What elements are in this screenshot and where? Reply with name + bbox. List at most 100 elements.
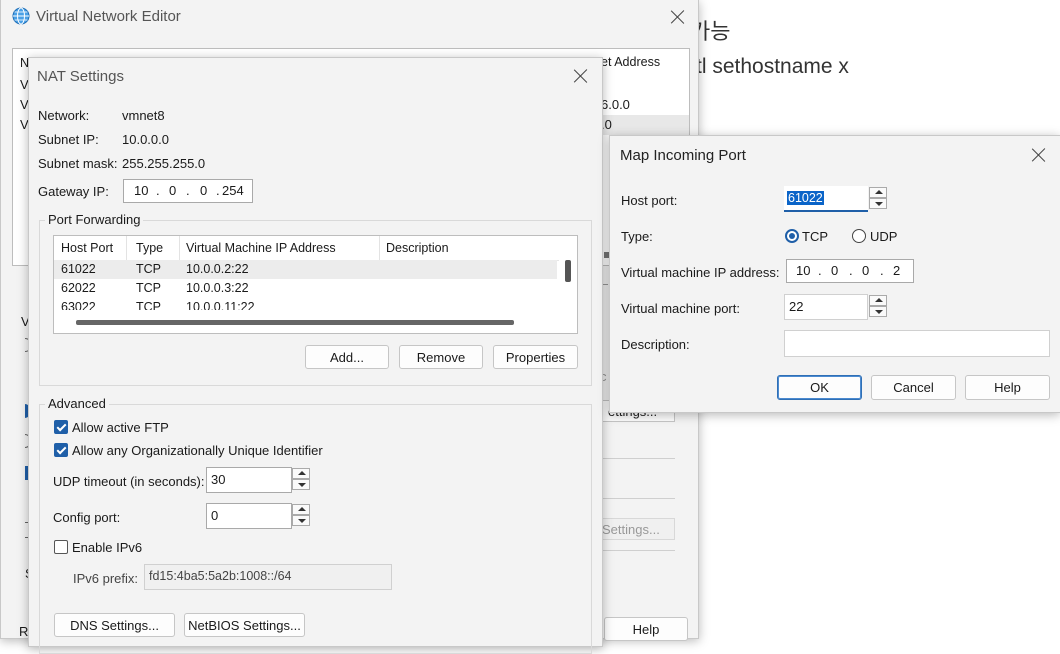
subnet-ip-value: 10.0.0.0 [122, 132, 169, 147]
table-header: Host Port Type Virtual Machine IP Addres… [54, 236, 559, 261]
tcp-label[interactable]: TCP [802, 229, 828, 244]
gateway-octet-1: 10 [134, 183, 149, 198]
config-port-value: 0 [211, 508, 219, 523]
table-row[interactable]: 61022 TCP 10.0.0.2:22 [54, 260, 557, 279]
host-port-stepper[interactable] [869, 187, 889, 209]
vm-port-stepper[interactable] [869, 295, 889, 317]
properties-button[interactable]: Properties [493, 345, 578, 369]
network-value: vmnet8 [122, 108, 165, 123]
vm-port-value: 22 [789, 299, 804, 314]
col-description[interactable]: Description [386, 241, 449, 255]
remove-button[interactable]: Remove [399, 345, 483, 369]
add-button[interactable]: Add... [305, 345, 389, 369]
udp-timeout-stepper[interactable] [292, 468, 312, 490]
vertical-scrollbar-thumb[interactable] [565, 260, 571, 282]
dns-settings-label: DNS Settings... [70, 617, 159, 633]
vm-ip-dot-3: . [880, 263, 884, 278]
tcp-radio[interactable] [785, 229, 799, 243]
vm-ip-octet-4: 2 [893, 263, 901, 278]
gateway-dot-2: . [186, 183, 190, 198]
gateway-ip-label: Gateway IP: [38, 184, 109, 199]
col-type[interactable]: Type [136, 241, 163, 255]
udp-timeout-label: UDP timeout (in seconds): [53, 474, 205, 489]
help-button[interactable]: Help [965, 375, 1050, 400]
udp-timeout-input[interactable]: 30 [206, 467, 292, 493]
enable-ipv6-label[interactable]: Enable IPv6 [72, 540, 142, 555]
map-close-icon[interactable] [1031, 147, 1047, 163]
col-vm-ip[interactable]: Virtual Machine IP Address [186, 241, 336, 255]
vm-ip-input[interactable]: 10 . 0 . 0 . 2 [786, 259, 914, 283]
port-forwarding-label: Port Forwarding [45, 212, 144, 227]
map-title: Map Incoming Port [620, 147, 746, 164]
background-text-2: tl sethostname x [696, 55, 849, 78]
col-sep-1 [126, 236, 127, 260]
table-row[interactable]: 62022 TCP 10.0.0.3:22 [54, 279, 557, 298]
remove-label: Remove [416, 349, 466, 365]
subnet-mask-label: Subnet mask: [38, 156, 118, 171]
ok-label: OK [810, 380, 829, 395]
row-2-type: TCP [136, 281, 161, 295]
col-sep-2 [179, 236, 180, 260]
chevron-up-icon[interactable] [869, 187, 887, 198]
host-port-input[interactable]: 61022 [784, 186, 868, 212]
vne-close-icon[interactable] [670, 9, 686, 25]
vm-ip-dot-1: . [818, 263, 822, 278]
list-header-address: et Address [601, 55, 661, 69]
properties-label: Properties [505, 349, 566, 365]
col-host-port[interactable]: Host Port [61, 241, 113, 255]
row-1-port: 61022 [61, 262, 96, 276]
host-port-label: Host port: [621, 193, 678, 208]
row-1-ip: 10.0.0.2:22 [186, 262, 249, 276]
vm-ip-octet-1: 10 [796, 263, 811, 278]
vne-divider-2 [601, 498, 675, 499]
udp-radio[interactable] [852, 229, 866, 243]
ipv6-prefix-label: IPv6 prefix: [73, 571, 139, 586]
list-row-2-address: 6.0.0 [601, 97, 630, 112]
chevron-up-icon[interactable] [292, 468, 310, 479]
udp-label[interactable]: UDP [870, 229, 897, 244]
config-port-stepper[interactable] [292, 504, 312, 526]
chevron-down-icon[interactable] [869, 306, 887, 317]
description-input[interactable] [784, 330, 1050, 357]
allow-active-ftp-checkbox[interactable] [54, 420, 68, 434]
table-row[interactable]: 63022 TCP 10.0.0.11:22 [54, 298, 557, 310]
vne-help-label: Help [632, 621, 660, 637]
config-port-label: Config port: [53, 510, 121, 525]
chevron-up-icon[interactable] [869, 295, 887, 306]
nat-title: NAT Settings [37, 68, 124, 85]
vm-ip-dot-2: . [849, 263, 853, 278]
subnet-ip-label: Subnet IP: [38, 132, 99, 147]
chevron-down-icon[interactable] [292, 479, 310, 490]
vne-title: Virtual Network Editor [36, 8, 181, 25]
advanced-label: Advanced [45, 396, 109, 411]
allow-oui-label[interactable]: Allow any Organizationally Unique Identi… [72, 443, 323, 458]
nat-close-icon[interactable] [573, 68, 589, 84]
vne-help-button[interactable]: Help [604, 617, 688, 641]
cancel-button[interactable]: Cancel [871, 375, 956, 400]
chevron-down-icon[interactable] [869, 198, 887, 209]
cancel-label: Cancel [893, 380, 934, 395]
dhcp-settings-fragment-label: Settings... [602, 521, 660, 537]
allow-active-ftp-label[interactable]: Allow active FTP [72, 420, 169, 435]
enable-ipv6-checkbox[interactable] [54, 540, 68, 554]
dns-settings-button[interactable]: DNS Settings... [54, 613, 175, 637]
gateway-ip-input[interactable]: 10 . 0 . 0 . 254 [123, 179, 253, 203]
allow-oui-checkbox[interactable] [54, 443, 68, 457]
row-2-port: 62022 [61, 281, 96, 295]
gateway-octet-2: 0 [169, 183, 177, 198]
vne-left-letter-r: R [19, 624, 29, 639]
port-forwarding-table[interactable]: Host Port Type Virtual Machine IP Addres… [53, 235, 578, 334]
host-port-value: 61022 [787, 191, 824, 205]
config-port-input[interactable]: 0 [206, 503, 292, 529]
add-label: Add... [330, 349, 364, 365]
udp-timeout-value: 30 [211, 472, 226, 487]
gateway-dot-3: . [216, 183, 220, 198]
chevron-up-icon[interactable] [292, 504, 310, 515]
netbios-settings-button[interactable]: NetBIOS Settings... [184, 613, 305, 637]
vm-port-input[interactable]: 22 [784, 294, 868, 320]
horizontal-scrollbar-thumb[interactable] [76, 320, 514, 325]
col-sep-3 [379, 236, 380, 260]
ipv6-prefix-input: fd15:4ba5:5a2b:1008::/64 [144, 564, 392, 590]
chevron-down-icon[interactable] [292, 515, 310, 526]
ok-button[interactable]: OK [777, 375, 862, 400]
